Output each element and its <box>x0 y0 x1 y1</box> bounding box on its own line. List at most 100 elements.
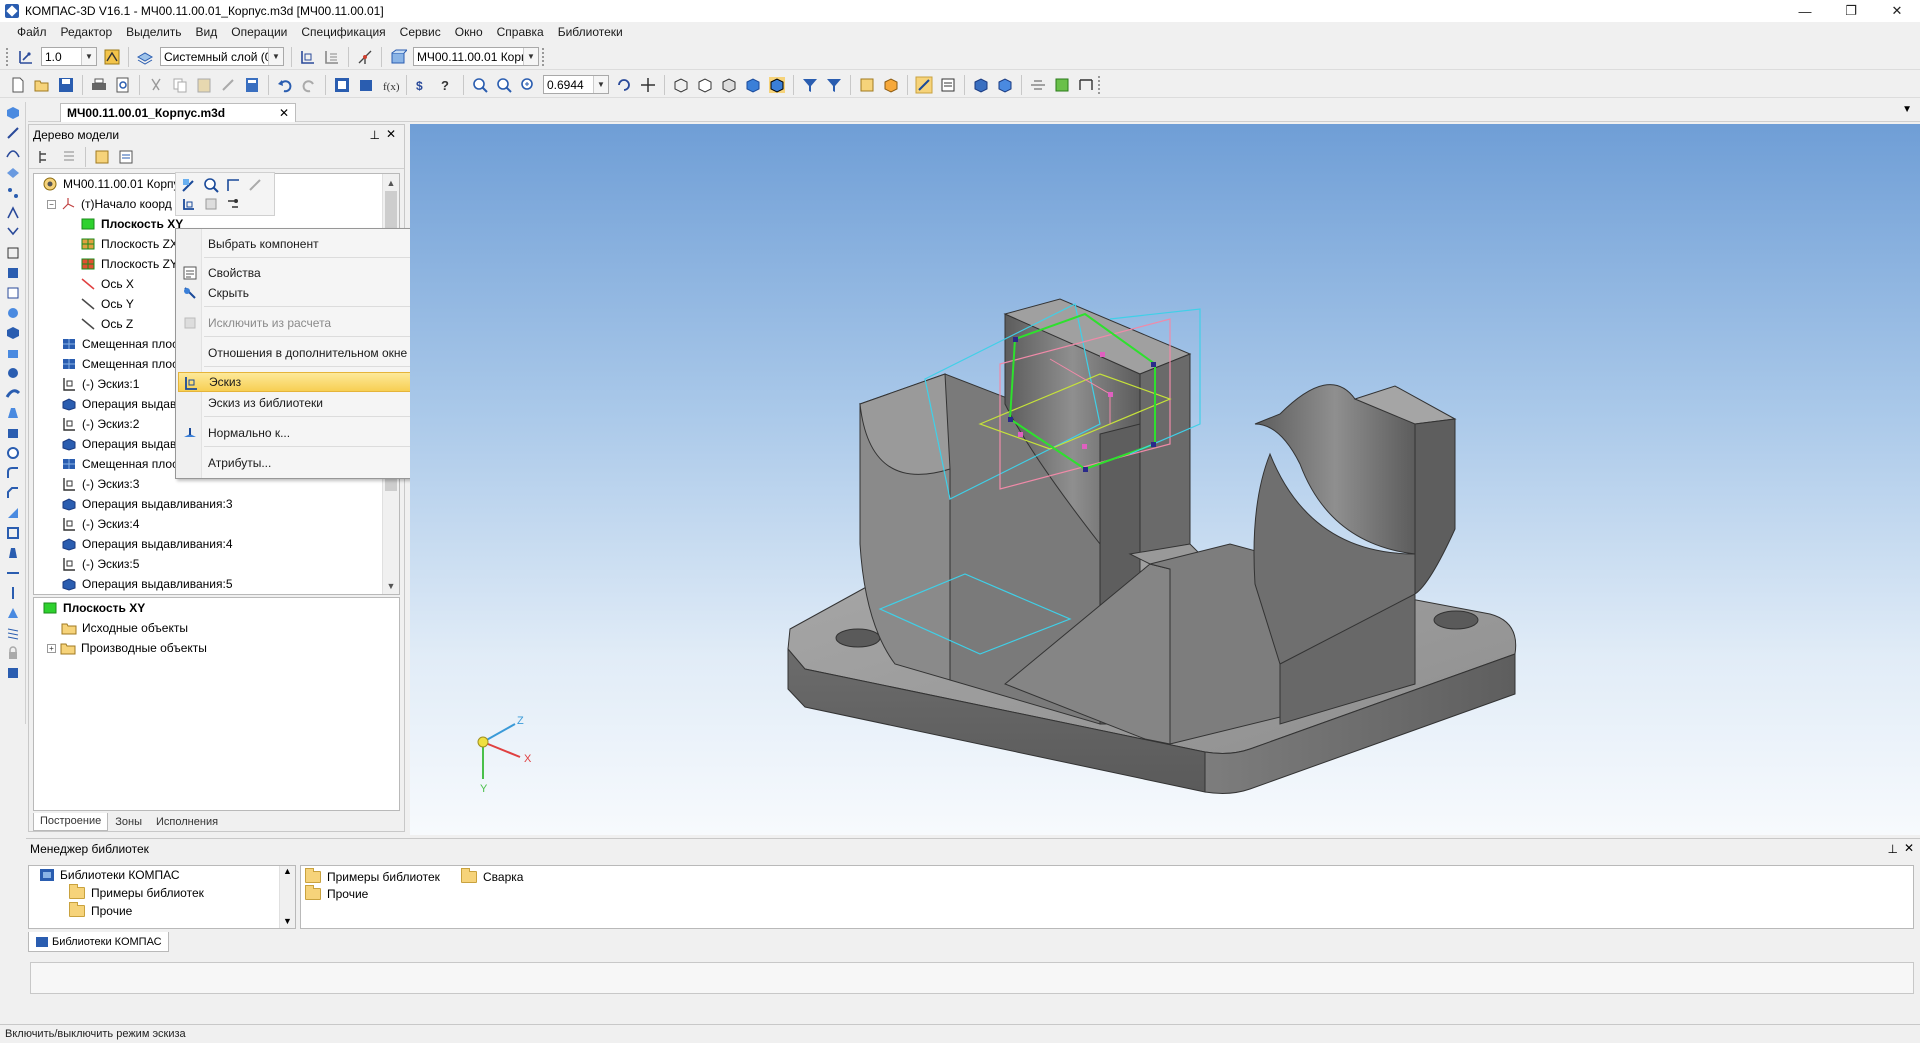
filter-icon[interactable] <box>799 74 821 96</box>
chevron-down-icon[interactable]: ▼ <box>268 48 283 65</box>
parts-icon[interactable] <box>355 74 377 96</box>
orientation-icon[interactable] <box>354 46 376 68</box>
help-icon[interactable]: ? <box>436 74 458 96</box>
pin-icon[interactable]: ⊥ <box>1888 842 1898 856</box>
restore-button[interactable]: ❐ <box>1828 0 1874 22</box>
scroll-up-icon[interactable]: ▲ <box>280 866 295 882</box>
hidden-lines-icon[interactable] <box>694 74 716 96</box>
normal-view-icon[interactable] <box>222 175 244 194</box>
tab-zones[interactable]: Зоны <box>108 813 149 831</box>
copy-icon[interactable] <box>169 74 191 96</box>
local-cs-icon[interactable] <box>297 46 319 68</box>
toolbar-grip[interactable] <box>1098 75 1102 94</box>
menu-item-sketch-from-library[interactable]: Эскиз из библиотеки <box>178 393 420 413</box>
menu-editor[interactable]: Редактор <box>54 25 120 39</box>
surfaces-icon[interactable] <box>2 163 24 182</box>
menu-operations[interactable]: Операции <box>224 25 294 39</box>
loft-icon[interactable] <box>2 403 24 422</box>
scroll-up-icon[interactable]: ▲ <box>383 174 399 191</box>
geometry-icon[interactable] <box>2 123 24 142</box>
orientation-view-icon[interactable] <box>970 74 992 96</box>
tab-kompas-libraries[interactable]: Библиотеки КОМПАС <box>28 932 169 952</box>
tree-item[interactable]: Исходные объекты <box>34 618 399 638</box>
tree-split-icon[interactable] <box>91 146 113 168</box>
toolbar-grip[interactable] <box>6 47 10 66</box>
tree-item[interactable]: Операция выдавливания:4 <box>34 534 399 554</box>
shaded-icon[interactable] <box>742 74 764 96</box>
chevron-down-icon[interactable]: ▼ <box>523 48 538 65</box>
zoom-icon[interactable] <box>517 74 539 96</box>
measure-icon[interactable] <box>1051 74 1073 96</box>
tree-item[interactable]: Операция выдавливания:5 <box>34 574 399 594</box>
hide-mini-icon[interactable] <box>200 194 222 213</box>
sketch-mini-icon[interactable] <box>178 194 200 213</box>
menu-item-exclude[interactable]: Исключить из расчета <box>178 313 420 333</box>
calculator-icon[interactable] <box>241 74 263 96</box>
hide-icon[interactable] <box>856 74 878 96</box>
specification-icon[interactable] <box>2 283 24 302</box>
edit-sketch-icon[interactable] <box>178 175 200 194</box>
reports-icon[interactable] <box>2 303 24 322</box>
dimension-icon[interactable] <box>1075 74 1097 96</box>
tree-filter-icon[interactable] <box>115 146 137 168</box>
parameters-icon[interactable] <box>937 74 959 96</box>
scroll-down-icon[interactable]: ▼ <box>280 916 295 926</box>
draft-icon[interactable] <box>2 543 24 562</box>
menu-specification[interactable]: Спецификация <box>294 25 392 39</box>
kinematic-icon[interactable] <box>2 383 24 402</box>
grid-step-icon[interactable] <box>15 46 37 68</box>
auxiliary-geometry-icon[interactable] <box>2 223 24 242</box>
local-cs-list-icon[interactable] <box>321 46 343 68</box>
3d-viewport[interactable]: Z X Y <box>410 124 1920 835</box>
hidden-thin-icon[interactable] <box>718 74 740 96</box>
undo-icon[interactable] <box>274 74 296 96</box>
view-cube-icon[interactable] <box>994 74 1016 96</box>
diagnostics-icon[interactable] <box>2 263 24 282</box>
library-content-item[interactable]: Прочие <box>305 885 368 901</box>
library-tree-item[interactable]: Библиотеки КОМПАС <box>29 866 295 884</box>
rotation-tool-icon[interactable] <box>2 363 24 382</box>
lock-icon[interactable] <box>2 643 24 662</box>
toolbar-grip[interactable] <box>542 47 546 66</box>
zoom-fit-icon[interactable] <box>469 74 491 96</box>
split-icon[interactable] <box>2 583 24 602</box>
tree-expander-icon[interactable]: − <box>47 199 56 209</box>
library-tree-item[interactable]: Прочие <box>29 902 295 920</box>
chamfer-icon[interactable] <box>2 483 24 502</box>
menu-file[interactable]: Файл <box>10 25 54 39</box>
menu-window[interactable]: Окно <box>448 25 490 39</box>
sheet-metal-icon[interactable] <box>2 203 24 222</box>
menu-item-sketch[interactable]: Эскиз <box>178 372 420 392</box>
scroll-down-icon[interactable]: ▼ <box>383 577 399 594</box>
elements-icon[interactable] <box>2 323 24 342</box>
document-tab[interactable]: МЧ00.11.00.01_Корпус.m3d ✕ <box>60 103 296 122</box>
tab-list-chevron-icon[interactable]: ▼ <box>1902 104 1912 115</box>
tree-view-icon[interactable] <box>58 146 80 168</box>
minimize-button[interactable]: — <box>1782 0 1828 22</box>
menu-item-normal-to[interactable]: Нормально к... <box>178 423 420 443</box>
arrays-icon[interactable] <box>2 183 24 202</box>
snap-icon[interactable] <box>101 46 123 68</box>
menu-item-hide[interactable]: Скрыть <box>178 283 420 303</box>
close-tab-icon[interactable]: ✕ <box>279 106 289 120</box>
component-icon[interactable] <box>387 46 409 68</box>
mirror-icon[interactable] <box>2 603 24 622</box>
measure-tool-icon[interactable] <box>2 243 24 262</box>
close-panel-icon[interactable]: ✕ <box>386 127 396 141</box>
sketch-mode-icon[interactable] <box>913 74 935 96</box>
step-combo[interactable]: 1.0 ▼ <box>41 47 97 66</box>
wireframe-icon[interactable] <box>670 74 692 96</box>
library-content-item[interactable]: Примеры библиотек <box>305 868 440 884</box>
tree-item[interactable]: + Производные объекты <box>34 638 399 658</box>
model-tree-icon[interactable] <box>331 74 353 96</box>
new-document-icon[interactable] <box>7 74 29 96</box>
layers-icon[interactable] <box>134 46 156 68</box>
tree-item[interactable]: Плоскость XY <box>34 598 399 618</box>
format-icon[interactable] <box>217 74 239 96</box>
shell-icon[interactable] <box>2 523 24 542</box>
section-tool-icon[interactable] <box>2 563 24 582</box>
thread-icon[interactable] <box>2 623 24 642</box>
library-content-item[interactable]: Сварка <box>461 868 523 884</box>
menu-item-select-component[interactable]: Выбрать компонент <box>178 234 420 254</box>
library-tree-item[interactable]: Примеры библиотек <box>29 884 295 902</box>
